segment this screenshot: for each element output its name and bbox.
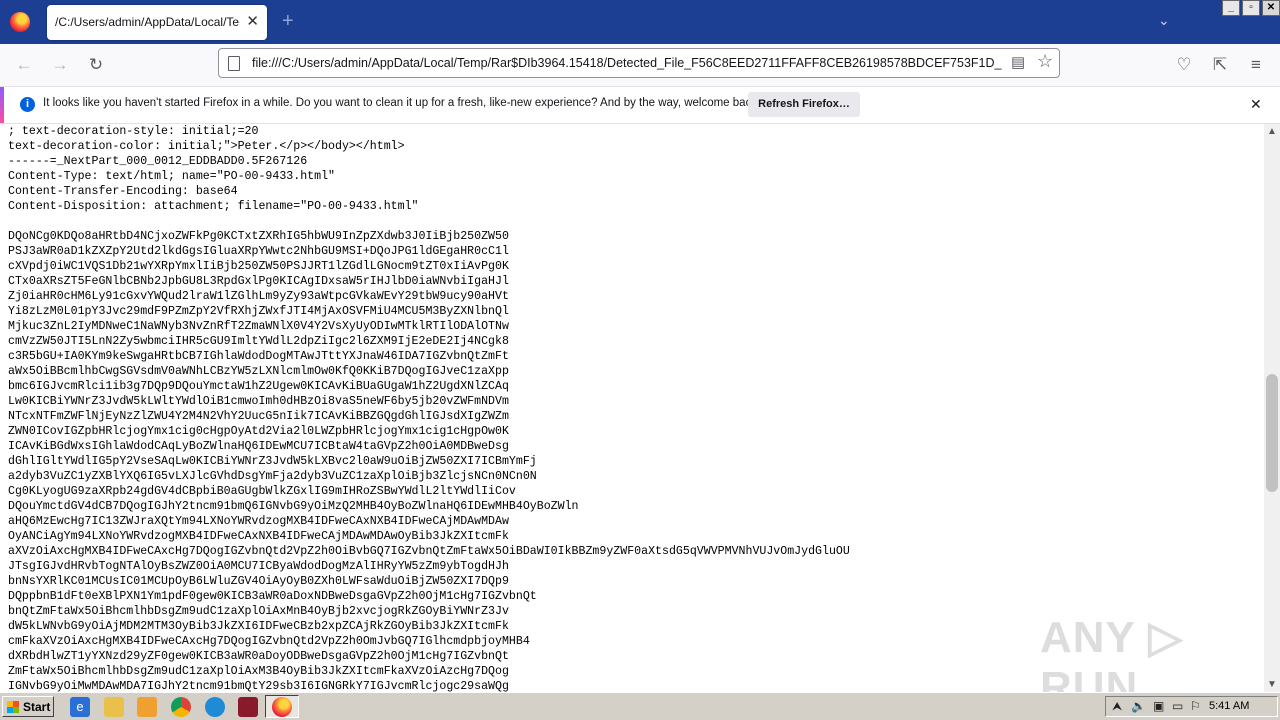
start-label: Start xyxy=(23,700,51,714)
windows-logo-icon xyxy=(7,701,19,713)
forward-button[interactable]: → xyxy=(49,54,71,76)
maximize-button[interactable]: ▫ xyxy=(1242,0,1260,16)
refresh-firefox-button[interactable]: Refresh Firefox… xyxy=(748,92,860,117)
edge-icon[interactable] xyxy=(205,697,225,717)
minimize-button[interactable]: _ xyxy=(1222,0,1240,16)
scroll-thumb[interactable] xyxy=(1266,374,1278,492)
clock: 5:41 AM xyxy=(1209,700,1250,712)
info-icon: i xyxy=(20,97,35,112)
close-window-button[interactable]: ✕ xyxy=(1262,0,1280,16)
tab-active[interactable]: /C:/Users/admin/AppData/Local/Temp/Ra ✕ xyxy=(47,5,267,40)
bookmark-star-icon[interactable]: ☆ xyxy=(1037,51,1053,72)
window-controls: _ ▫ ✕ xyxy=(1222,0,1280,16)
vertical-scrollbar[interactable]: ▲ ▼ xyxy=(1264,124,1280,692)
page-icon xyxy=(228,56,240,71)
notification-bar: i It looks like you haven't started Fire… xyxy=(0,87,1280,124)
url-bar[interactable]: file:///C:/Users/admin/AppData/Local/Tem… xyxy=(218,48,1060,78)
system-tray: ⮝ 🔈 ▣ ▭ ⚐ 5:41 AM xyxy=(1105,696,1278,717)
network-icon[interactable]: ▣ xyxy=(1153,699,1164,713)
page-content: ; text-decoration-style: initial;=20 tex… xyxy=(0,124,1264,692)
back-button[interactable]: ← xyxy=(13,54,35,76)
start-button[interactable]: Start xyxy=(2,696,54,717)
chrome-icon[interactable] xyxy=(171,697,191,717)
tab-close-icon[interactable]: ✕ xyxy=(246,13,259,31)
tray-arrow-icon[interactable]: ⮝ xyxy=(1112,699,1122,714)
firefox-icon[interactable] xyxy=(10,12,30,32)
menu-icon[interactable]: ≡ xyxy=(1245,54,1267,76)
winrar-icon[interactable] xyxy=(238,697,258,717)
raw-text: ; text-decoration-style: initial;=20 tex… xyxy=(8,125,850,692)
list-all-tabs-icon[interactable]: ⌄ xyxy=(1158,12,1170,29)
notification-message: It looks like you haven't started Firefo… xyxy=(43,97,761,109)
tab-title: /C:/Users/admin/AppData/Local/Temp/Ra xyxy=(55,15,240,29)
nav-bar: ← → ↻ file:///C:/Users/admin/AppData/Loc… xyxy=(0,44,1280,87)
media-player-icon[interactable] xyxy=(137,697,157,717)
firefox-taskbar-icon xyxy=(272,697,292,717)
flag-icon[interactable]: ⚐ xyxy=(1190,699,1201,713)
reader-view-icon[interactable]: ▤ xyxy=(1011,53,1025,71)
scroll-up-icon[interactable]: ▲ xyxy=(1267,126,1277,137)
tab-strip: /C:/Users/admin/AppData/Local/Temp/Ra ✕ … xyxy=(0,0,1280,44)
notification-accent xyxy=(0,87,4,123)
taskbar: Start e ⮝ 🔈 ▣ ▭ ⚐ 5:41 AM xyxy=(0,692,1280,720)
url-text[interactable]: file:///C:/Users/admin/AppData/Local/Tem… xyxy=(252,56,1004,70)
new-tab-button[interactable]: + xyxy=(282,10,294,32)
volume-icon[interactable]: 🔈 xyxy=(1131,699,1146,713)
notification-close-icon[interactable]: ✕ xyxy=(1250,96,1262,113)
folder-icon[interactable] xyxy=(104,697,124,717)
reload-button[interactable]: ↻ xyxy=(85,54,107,76)
extensions-icon[interactable]: ⇱ xyxy=(1209,54,1231,76)
display-icon[interactable]: ▭ xyxy=(1172,699,1183,713)
taskbar-firefox-active[interactable] xyxy=(265,695,299,718)
ie-icon[interactable]: e xyxy=(70,697,90,717)
pocket-icon[interactable]: ♡ xyxy=(1173,54,1195,76)
